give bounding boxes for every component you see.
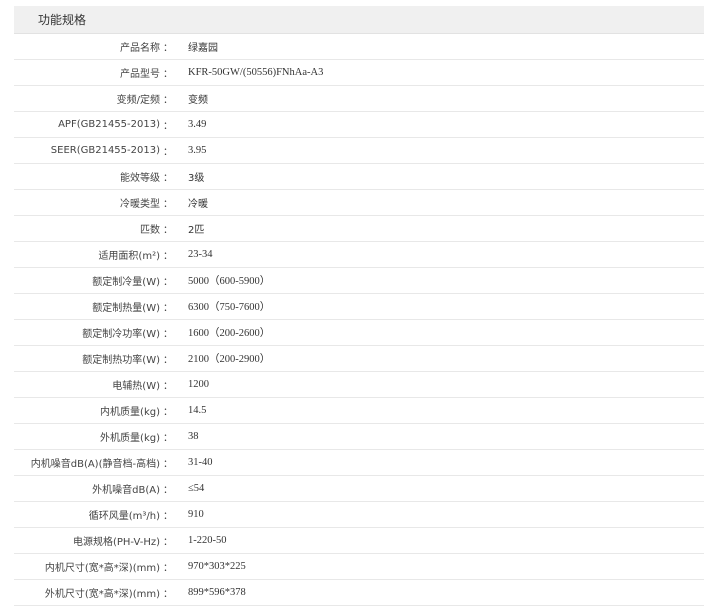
spec-colon: ： bbox=[163, 485, 173, 496]
spec-label: 内机质量(kg) bbox=[100, 407, 160, 418]
spec-row: 额定制热量(W)： 6300（750-7600） bbox=[14, 294, 704, 320]
spec-row: 外机尺寸(宽*高*深)(mm)： 899*596*378 bbox=[14, 580, 704, 606]
spec-value: 绿嘉园 bbox=[188, 43, 218, 54]
spec-colon: ： bbox=[163, 121, 173, 132]
section-title: 功能规格 bbox=[14, 6, 704, 34]
spec-colon: ： bbox=[163, 537, 173, 548]
spec-label: 适用面积(m²) bbox=[98, 251, 160, 262]
spec-colon: ： bbox=[163, 43, 173, 54]
spec-row: 能效等级： 3级 bbox=[14, 164, 704, 190]
spec-panel: 功能规格 产品名称：绿嘉园 产品型号： KFR-50GW/(50556)FNhAa-… bbox=[14, 6, 704, 606]
spec-row: 外机噪音dB(A)： ≤54 bbox=[14, 476, 704, 502]
spec-label: 电辅热(W) bbox=[112, 381, 160, 392]
spec-label: 冷暖类型 bbox=[120, 199, 160, 210]
spec-colon: ： bbox=[163, 69, 173, 80]
spec-label: 额定制冷功率(W) bbox=[82, 329, 160, 340]
spec-list: 产品名称：绿嘉园 产品型号： KFR-50GW/(50556)FNhAa-A3 变频/… bbox=[14, 34, 704, 606]
spec-value: 3.95 bbox=[188, 145, 207, 156]
spec-row: 内机噪音dB(A)(静音档-高档)： 31-40 bbox=[14, 450, 704, 476]
spec-label: 能效等级 bbox=[120, 173, 160, 184]
spec-colon: ： bbox=[163, 355, 173, 366]
spec-row: 循环风量(m³/h)： 910 bbox=[14, 502, 704, 528]
spec-row: 电辅热(W)： 1200 bbox=[14, 372, 704, 398]
spec-row: 适用面积(m²)： 23-34 bbox=[14, 242, 704, 268]
spec-row: 电源规格(PH-V-Hz)： 1-220-50 bbox=[14, 528, 704, 554]
spec-row: 额定制冷功率(W)： 1600（200-2600） bbox=[14, 320, 704, 346]
spec-row: 外机质量(kg)： 38 bbox=[14, 424, 704, 450]
spec-colon: ： bbox=[163, 329, 173, 340]
spec-value: 899*596*378 bbox=[188, 587, 246, 598]
spec-value: ≤54 bbox=[188, 483, 205, 494]
spec-label: 内机尺寸(宽*高*深)(mm) bbox=[44, 563, 160, 574]
spec-colon: ： bbox=[163, 225, 173, 236]
spec-colon: ： bbox=[163, 407, 173, 418]
spec-row: 内机尺寸(宽*高*深)(mm)： 970*303*225 bbox=[14, 554, 704, 580]
spec-label: 产品型号 bbox=[120, 69, 160, 80]
spec-label: 电源规格(PH-V-Hz) bbox=[72, 537, 160, 548]
spec-value: 38 bbox=[188, 431, 199, 442]
spec-label: 外机尺寸(宽*高*深)(mm) bbox=[44, 589, 160, 600]
spec-colon: ： bbox=[163, 589, 173, 600]
spec-label: 产品名称 bbox=[120, 43, 160, 54]
spec-row: 冷暖类型： 冷暖 bbox=[14, 190, 704, 216]
spec-colon: ： bbox=[163, 277, 173, 288]
spec-value: 6300（750-7600） bbox=[188, 302, 271, 313]
spec-value: 1-220-50 bbox=[188, 535, 227, 546]
spec-row: 匹数： 2匹 bbox=[14, 216, 704, 242]
spec-colon: ： bbox=[163, 199, 173, 210]
spec-value: 910 bbox=[188, 509, 204, 520]
spec-value: 冷暖 bbox=[188, 199, 208, 210]
spec-row: 额定制冷量(W)： 5000（600-5900） bbox=[14, 268, 704, 294]
spec-row: 变频/定频： 变频 bbox=[14, 86, 704, 112]
spec-row: 额定制热功率(W)： 2100（200-2900） bbox=[14, 346, 704, 372]
spec-label: 额定制热量(W) bbox=[92, 303, 160, 314]
spec-value: KFR-50GW/(50556)FNhAa-A3 bbox=[188, 67, 324, 78]
spec-value: 1600（200-2600） bbox=[188, 328, 271, 339]
spec-label: 变频/定频 bbox=[116, 95, 160, 106]
spec-label: 外机噪音dB(A) bbox=[92, 485, 160, 496]
spec-value: 3级 bbox=[188, 173, 205, 184]
spec-row: 产品名称： 绿嘉园 bbox=[14, 34, 704, 60]
spec-colon: ： bbox=[163, 459, 173, 470]
spec-label: APF(GB21455-2013) bbox=[58, 119, 160, 130]
spec-value: 3.49 bbox=[188, 119, 207, 130]
spec-colon: ： bbox=[163, 563, 173, 574]
spec-value: 23-34 bbox=[188, 249, 213, 260]
spec-value: 970*303*225 bbox=[188, 561, 246, 572]
spec-label: 循环风量(m³/h) bbox=[88, 511, 160, 522]
spec-value: 31-40 bbox=[188, 457, 213, 468]
spec-row: SEER(GB21455-2013)： 3.95 bbox=[14, 138, 704, 164]
spec-colon: ： bbox=[163, 433, 173, 444]
spec-value: 5000（600-5900） bbox=[188, 276, 271, 287]
spec-colon: ： bbox=[163, 511, 173, 522]
spec-label: 额定制冷量(W) bbox=[92, 277, 160, 288]
spec-label: 匹数 bbox=[140, 225, 160, 236]
spec-colon: ： bbox=[163, 147, 173, 158]
spec-label: 外机质量(kg) bbox=[100, 433, 160, 444]
spec-colon: ： bbox=[163, 381, 173, 392]
spec-label: 内机噪音dB(A)(静音档-高档) bbox=[30, 459, 160, 470]
spec-row: 产品型号： KFR-50GW/(50556)FNhAa-A3 bbox=[14, 60, 704, 86]
spec-colon: ： bbox=[163, 173, 173, 184]
spec-colon: ： bbox=[163, 251, 173, 262]
spec-row: APF(GB21455-2013)： 3.49 bbox=[14, 112, 704, 138]
spec-colon: ： bbox=[163, 303, 173, 314]
spec-value: 2匹 bbox=[188, 225, 205, 236]
spec-value: 14.5 bbox=[188, 405, 207, 416]
spec-value: 变频 bbox=[188, 95, 208, 106]
spec-label: SEER(GB21455-2013) bbox=[50, 145, 160, 156]
spec-value: 1200 bbox=[188, 379, 209, 390]
spec-label: 额定制热功率(W) bbox=[82, 355, 160, 366]
spec-colon: ： bbox=[163, 95, 173, 106]
spec-value: 2100（200-2900） bbox=[188, 354, 271, 365]
spec-row: 内机质量(kg)： 14.5 bbox=[14, 398, 704, 424]
